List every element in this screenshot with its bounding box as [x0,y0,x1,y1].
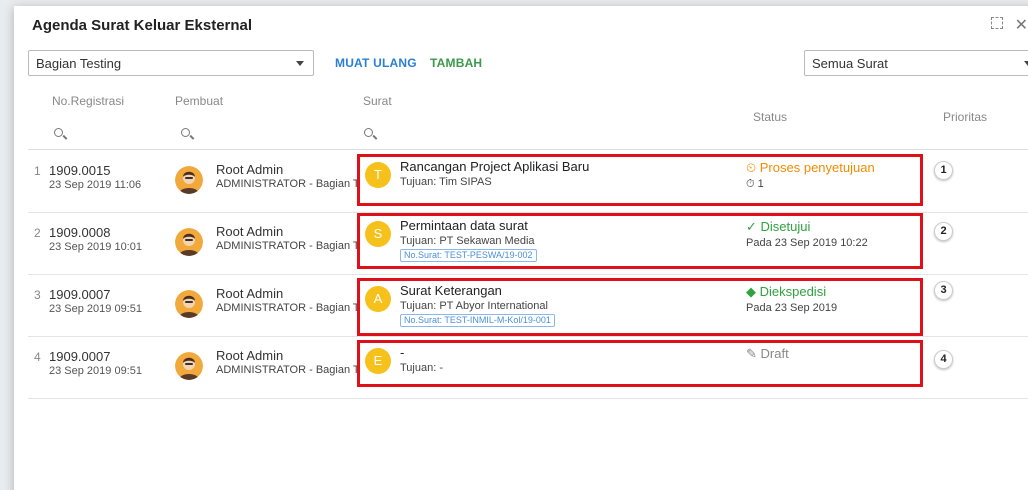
filter-select[interactable]: Semua Surat [804,50,1028,76]
maximize-icon[interactable] [990,16,1003,34]
registration-number: 1909.0007 [49,287,111,302]
surat-subject: Surat Keterangan [400,283,502,298]
filter-select-value: Semua Surat [812,56,888,71]
status-detail: ⏱ 1 [746,178,764,191]
surat-highlight-box[interactable]: A Surat Keterangan Tujuan: PT Abyor Inte… [357,278,923,336]
status-text: Draft [760,346,789,361]
header-status[interactable]: Status [753,110,787,124]
row-number: 1 [34,164,41,178]
check-icon: ✓ [746,219,761,234]
bagian-select[interactable]: Bagian Testing [28,50,314,76]
bagian-select-value: Bagian Testing [36,56,122,71]
add-button[interactable]: TAMBAH [430,56,482,70]
row-number: 2 [34,226,41,240]
priority-badge: 4 [934,350,953,369]
creator-name: Root Admin [216,162,284,177]
priority-badge: 2 [934,222,953,241]
registration-date: 23 Sep 2019 11:06 [49,179,142,191]
creator-role: ADMINISTRATOR - Bagian Testing [216,364,360,376]
surat-subject: Permintaan data surat [400,218,528,233]
letter-avatar: A [365,286,391,312]
surat-tujuan: Tujuan: PT Abyor International [400,300,548,312]
status-count: 1 [757,178,764,190]
surat-highlight-box[interactable]: S Permintaan data surat Tujuan: PT Sekaw… [357,213,923,269]
table-row[interactable]: 1 1909.0015 23 Sep 2019 11:06 Root Admin… [28,151,1028,213]
letter-avatar: E [365,348,391,374]
creator-name: Root Admin [216,224,284,239]
avatar [175,352,203,380]
header-prioritas[interactable]: Prioritas [943,110,987,124]
search-surat-icon[interactable] [364,125,373,140]
header-pembuat[interactable]: Pembuat [175,94,223,108]
status-badge: ◆ Diekspedisi [746,284,826,300]
letter-avatar: S [365,221,391,247]
status-badge: ✓ Disetujui [746,219,810,235]
agenda-window: Agenda Surat Keluar Eksternal ✕ Bagian T… [14,6,1028,490]
surat-highlight-box[interactable]: E - Tujuan: - ✎ Draft [357,340,923,387]
status-text: Diekspedisi [759,284,827,299]
table-header: No.Registrasi Pembuat Surat Status Prior… [28,88,1028,150]
chevron-down-icon [1024,61,1028,66]
registration-number: 1909.0015 [49,163,111,178]
registration-number: 1909.0007 [49,349,111,364]
surat-number-badge: No.Surat: TEST-INMIL-M-Kol/19-001 [400,314,555,327]
surat-tujuan: Tujuan: PT Sekawan Media [400,235,535,247]
surat-tujuan: Tujuan: Tim SIPAS [400,176,492,188]
close-icon[interactable]: ✕ [1015,15,1028,35]
registration-date: 23 Sep 2019 09:51 [49,365,142,377]
surat-number-badge: No.Surat: TEST-PESWA/19-002 [400,249,537,262]
avatar [175,290,203,318]
clock-alert-icon: ⏲ [746,160,760,175]
surat-highlight-box[interactable]: T Rancangan Project Aplikasi Baru Tujuan… [357,154,923,206]
toolbar: Bagian Testing MUAT ULANG TAMBAH Semua S… [28,50,1028,80]
priority-badge: 3 [934,281,953,300]
header-surat[interactable]: Surat [363,94,392,108]
title-bar: Agenda Surat Keluar Eksternal ✕ [14,6,1028,44]
surat-tujuan: Tujuan: - [400,362,444,374]
avatar [175,166,203,194]
surat-subject: Rancangan Project Aplikasi Baru [400,159,590,174]
box-icon: ◆ [746,284,760,299]
status-text: Disetujui [760,219,811,234]
avatar [175,228,203,256]
registration-date: 23 Sep 2019 10:01 [49,241,142,253]
row-number: 4 [34,350,41,364]
pencil-icon: ✎ [746,346,761,361]
creator-role: ADMINISTRATOR - Bagian Testing [216,302,360,314]
header-registrasi[interactable]: No.Registrasi [52,94,124,108]
creator-name: Root Admin [216,286,284,301]
letter-avatar: T [365,162,391,188]
status-detail: Pada 23 Sep 2019 10:22 [746,237,868,249]
registration-number: 1909.0008 [49,225,111,240]
search-pembuat-icon[interactable] [181,125,190,140]
creator-name: Root Admin [216,348,284,363]
priority-badge: 1 [934,161,953,180]
search-registrasi-icon[interactable] [54,125,63,140]
creator-role: ADMINISTRATOR - Bagian Testing [216,178,360,190]
timer-icon: ⏱ [746,178,755,190]
status-detail: Pada 23 Sep 2019 [746,302,838,314]
table-row[interactable]: 3 1909.0007 23 Sep 2019 09:51 Root Admin… [28,275,1028,337]
row-number: 3 [34,288,41,302]
window-title: Agenda Surat Keluar Eksternal [32,17,253,34]
creator-role: ADMINISTRATOR - Bagian Testing [216,240,360,252]
status-badge: ⏲ Proses penyetujuan [746,160,875,176]
chevron-down-icon [296,61,304,66]
status-text: Proses penyetujuan [759,160,875,175]
reload-button[interactable]: MUAT ULANG [335,56,417,70]
status-badge: ✎ Draft [746,346,789,362]
window-controls: ✕ [990,15,1028,35]
table-row[interactable]: 4 1909.0007 23 Sep 2019 09:51 Root Admin… [28,337,1028,399]
table-row[interactable]: 2 1909.0008 23 Sep 2019 10:01 Root Admin… [28,213,1028,275]
registration-date: 23 Sep 2019 09:51 [49,303,142,315]
surat-subject: - [400,345,405,360]
